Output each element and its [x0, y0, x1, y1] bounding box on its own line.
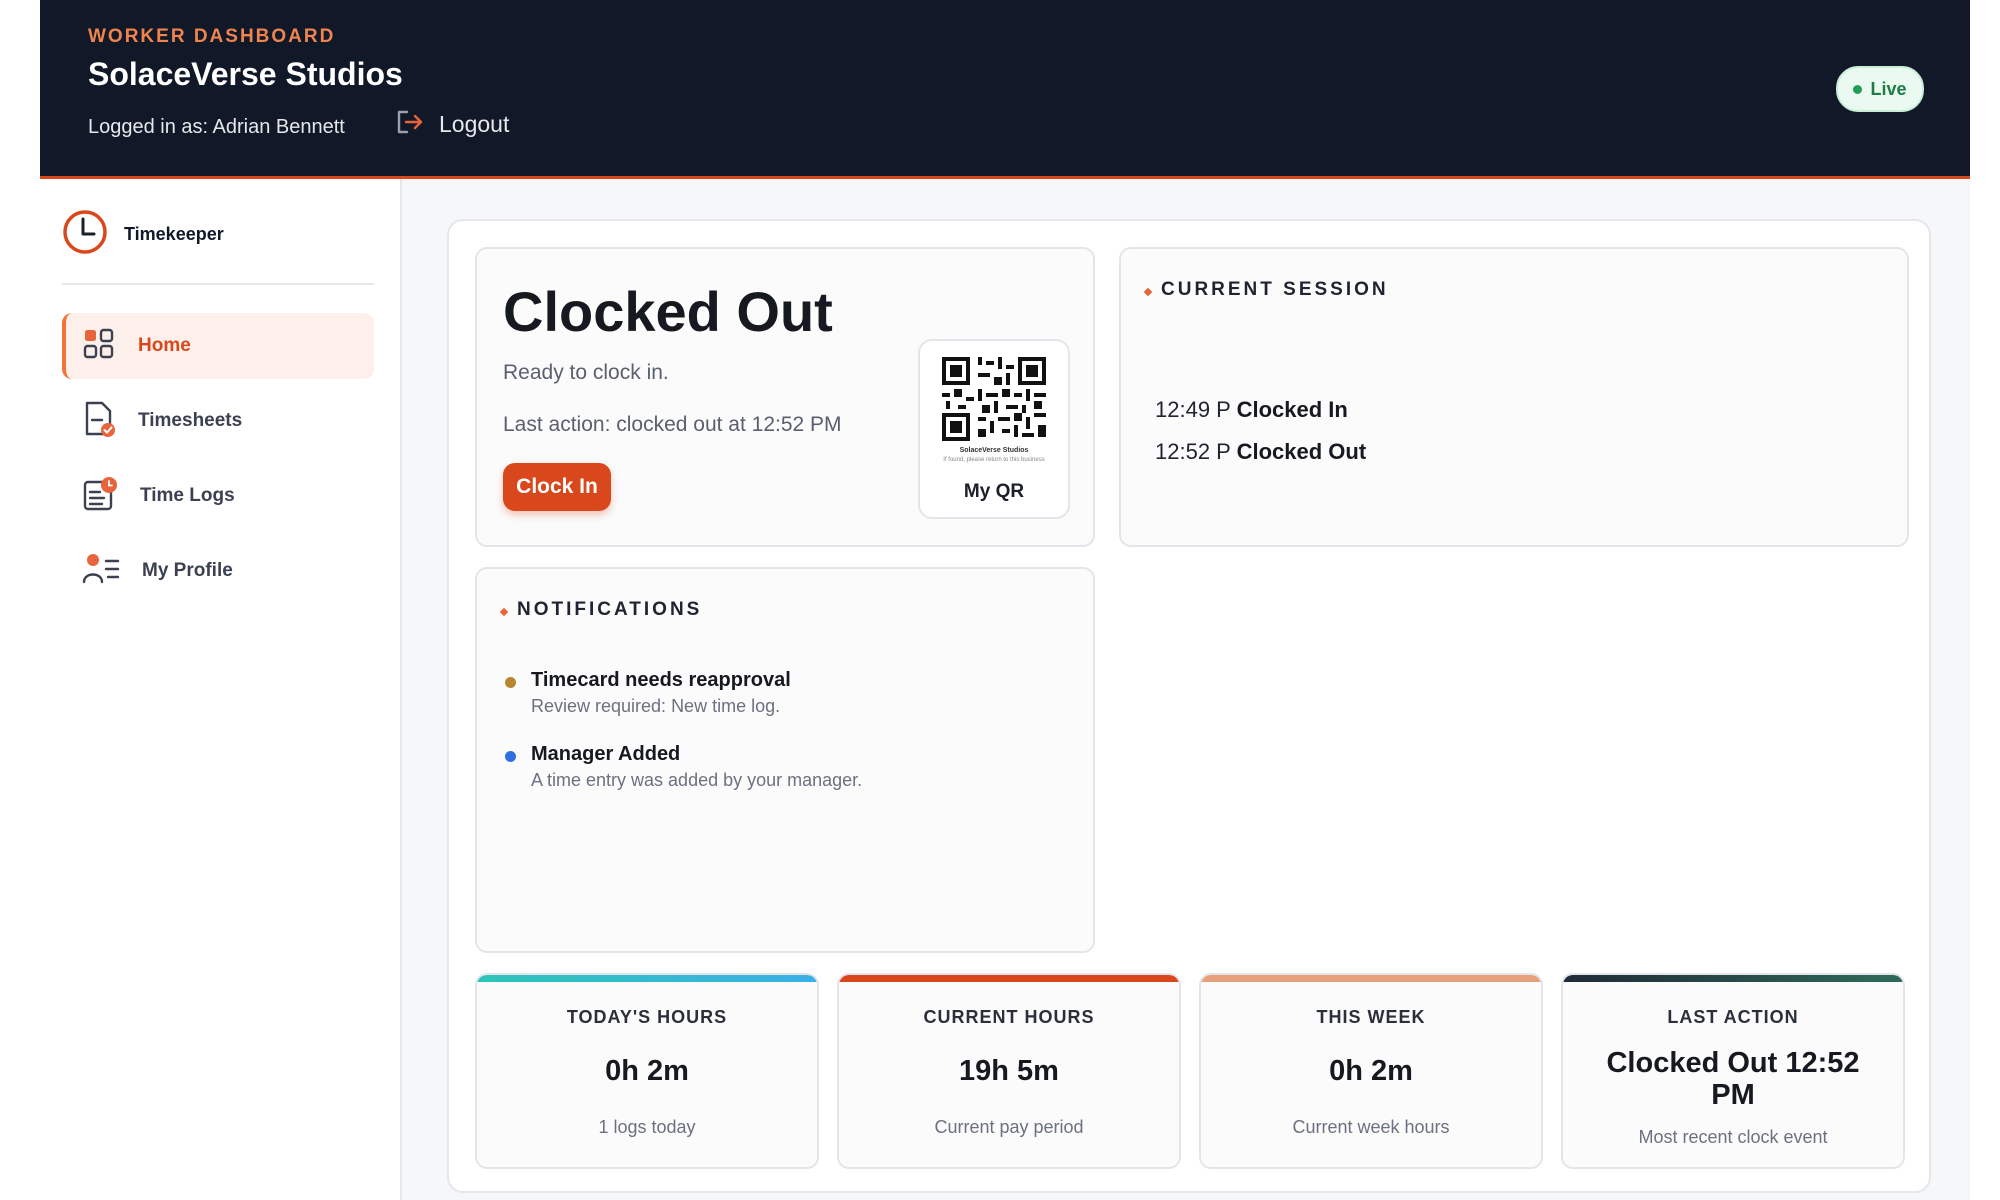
- notification-item[interactable]: Manager Added A time entry was added by …: [503, 743, 1063, 791]
- stat-accent-bar: [839, 975, 1179, 982]
- notification-dot-icon: [505, 751, 516, 762]
- session-event-name: Clocked In: [1236, 397, 1348, 422]
- stat-label: TODAY'S HOURS: [566, 1007, 728, 1027]
- clock-status-title: Clocked Out: [503, 280, 833, 343]
- main-panel: Clocked Out Ready to clock in. Last acti…: [447, 219, 1931, 1193]
- logout-label: Logout: [439, 111, 510, 137]
- stat-card-todays-hours: TODAY'S HOURS 0h 2m 1 logs today: [475, 973, 819, 1169]
- log-clock-icon: [82, 476, 118, 517]
- notification-item[interactable]: Timecard needs reapproval Review require…: [503, 669, 1063, 717]
- stat-value: 0h 2m: [605, 1055, 689, 1087]
- session-event-row: 12:52 P Clocked Out: [1155, 439, 1366, 465]
- section-heading: CURRENT SESSION: [1143, 279, 1389, 301]
- sidebar-item-label: My Profile: [142, 560, 233, 581]
- user-list-icon: [82, 552, 120, 591]
- sidebar-item-home[interactable]: Home: [62, 313, 374, 379]
- session-event-list: 12:49 P Clocked In 12:52 P Clocked Out: [1155, 397, 1366, 481]
- sidebar-brand-label: Timekeeper: [124, 224, 224, 244]
- notifications-heading-label: NOTIFICATIONS: [517, 599, 703, 620]
- stat-label: CURRENT HOURS: [923, 1007, 1095, 1027]
- live-dot-icon: [1853, 84, 1863, 94]
- stat-card-current-hours: CURRENT HOURS 19h 5m Current pay period: [837, 973, 1181, 1169]
- sidebar-item-time-logs[interactable]: Time Logs: [62, 463, 374, 529]
- stat-note: 1 logs today: [598, 1117, 696, 1137]
- live-label: Live: [1870, 78, 1907, 99]
- stat-accent-bar: [1201, 975, 1541, 982]
- stat-note: Most recent clock event: [1638, 1127, 1828, 1147]
- clock-icon: [62, 209, 108, 260]
- stat-label: THIS WEEK: [1316, 1007, 1426, 1027]
- stat-card-this-week: THIS WEEK 0h 2m Current week hours: [1199, 973, 1543, 1169]
- notification-title: Timecard needs reapproval: [531, 669, 791, 691]
- top-header: WORKER DASHBOARD SolaceVerse Studios Log…: [40, 0, 1970, 179]
- session-event-time: 12:52 P: [1155, 439, 1231, 464]
- app-frame: WORKER DASHBOARD SolaceVerse Studios Log…: [40, 0, 1970, 1200]
- header-eyebrow: WORKER DASHBOARD: [88, 26, 336, 47]
- logout-button[interactable]: Logout: [395, 108, 509, 141]
- stat-accent-bar: [477, 975, 817, 982]
- logged-in-user: Logged in as: Adrian Bennett: [88, 116, 345, 138]
- notification-body: Review required: New time log.: [531, 696, 781, 716]
- notifications-card: NOTIFICATIONS Timecard needs reapproval …: [475, 567, 1095, 953]
- sidebar-divider: [62, 283, 374, 285]
- last-action-text: Last action: clocked out at 12:52 PM: [503, 413, 842, 436]
- sidebar-brand: Timekeeper: [62, 209, 224, 260]
- stat-note: Current pay period: [934, 1117, 1084, 1137]
- logout-icon: [395, 108, 425, 141]
- stat-value: 0h 2m: [1329, 1055, 1413, 1087]
- qr-caption-company: SolaceVerse Studios: [959, 447, 1029, 454]
- notification-dot-icon: [505, 677, 516, 688]
- stat-value: 19h 5m: [959, 1055, 1059, 1087]
- current-session-card: CURRENT SESSION 12:49 P Clocked In 12:52…: [1119, 247, 1909, 547]
- diamond-icon: [1143, 287, 1153, 297]
- session-heading-label: CURRENT SESSION: [1161, 279, 1389, 300]
- qr-caption-note: If found, please return to this business: [943, 457, 1045, 463]
- section-heading: NOTIFICATIONS: [499, 599, 703, 621]
- notification-list: Timecard needs reapproval Review require…: [503, 669, 1063, 817]
- my-qr-button[interactable]: SolaceVerse Studios If found, please ret…: [918, 339, 1070, 519]
- stat-accent-bar: [1563, 975, 1903, 982]
- clock-status-subtitle: Ready to clock in.: [503, 361, 669, 384]
- sidebar-nav: Home Timesheets Time Logs My Profile: [62, 313, 374, 613]
- sidebar-item-label: Home: [138, 335, 191, 356]
- stat-note: Current week hours: [1292, 1117, 1450, 1137]
- session-event-row: 12:49 P Clocked In: [1155, 397, 1366, 423]
- live-status-badge: Live: [1836, 66, 1924, 112]
- company-name: SolaceVerse Studios: [88, 56, 403, 92]
- sidebar-item-timesheets[interactable]: Timesheets: [62, 388, 374, 454]
- sidebar-item-label: Timesheets: [138, 410, 243, 431]
- diamond-icon: [499, 607, 509, 617]
- grid-icon: [82, 327, 116, 366]
- stat-value: Clocked Out 12:52 PM: [1606, 1047, 1860, 1111]
- my-qr-label: My QR: [963, 481, 1025, 502]
- notification-body: A time entry was added by your manager.: [531, 770, 863, 790]
- sidebar: Timekeeper Home Timesheets Time Logs My …: [40, 179, 402, 1200]
- clock-in-button[interactable]: Clock In: [503, 463, 611, 511]
- sidebar-item-my-profile[interactable]: My Profile: [62, 538, 374, 604]
- clock-status-card: Clocked Out Ready to clock in. Last acti…: [475, 247, 1095, 547]
- stat-card-last-action: LAST ACTION Clocked Out 12:52 PM Most re…: [1561, 973, 1905, 1169]
- sidebar-item-label: Time Logs: [140, 485, 235, 506]
- notification-title: Manager Added: [531, 743, 681, 765]
- qr-code-icon: [942, 357, 1046, 441]
- session-event-time: 12:49 P: [1155, 397, 1231, 422]
- document-check-icon: [82, 400, 116, 443]
- stat-label: LAST ACTION: [1667, 1007, 1799, 1027]
- session-event-name: Clocked Out: [1236, 439, 1367, 464]
